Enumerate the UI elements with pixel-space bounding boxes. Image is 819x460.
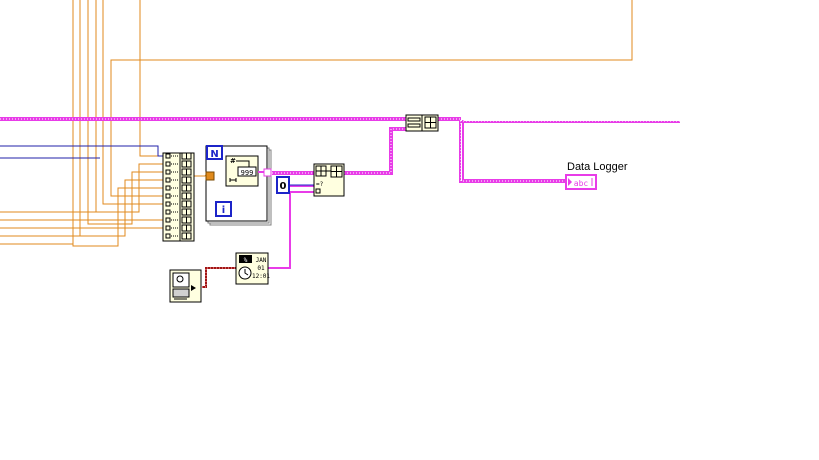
build-array-icon[interactable] [162,152,195,242]
numeric-constant[interactable]: 0 [276,176,290,194]
block-diagram: N i # 999 0 =? Data Logger abc % JAN 01 … [0,0,680,303]
loop-iteration-label: i [222,205,225,216]
indicator-type-glyph: abc [574,179,589,188]
loop-output-tunnel [263,168,272,177]
format-date-time-icon[interactable]: % JAN 01 12:01 [235,252,270,285]
cluster-wires [0,145,163,159]
loop-iteration-terminal: i [215,201,232,217]
for-loop[interactable]: N i # 999 [205,145,272,226]
datetime-time: 12:01 [252,273,270,280]
loop-count-terminal[interactable]: N [206,145,223,160]
insert-index-glyph: =? [316,181,324,188]
constant-value: 0 [280,181,287,192]
hash-glyph: # [230,157,236,165]
format-string-glyph: % [244,257,248,264]
timestamp-wire [202,267,236,288]
datetime-month: JAN [256,257,267,264]
loop-count-label: N [210,149,218,160]
number-to-string-icon[interactable]: # 999 [225,155,259,187]
build-array-small-icon[interactable] [405,114,439,132]
data-logger-label: Data Logger [567,161,628,173]
timestamp-wire-dots [202,267,236,288]
loop-input-tunnel [205,171,215,181]
format-display: 999 [241,169,254,177]
datetime-day: 01 [257,265,265,272]
get-datetime-icon[interactable] [169,269,202,303]
insert-into-array-icon[interactable]: =? [313,163,345,197]
data-logger-indicator[interactable]: Data Logger abc [565,161,628,190]
